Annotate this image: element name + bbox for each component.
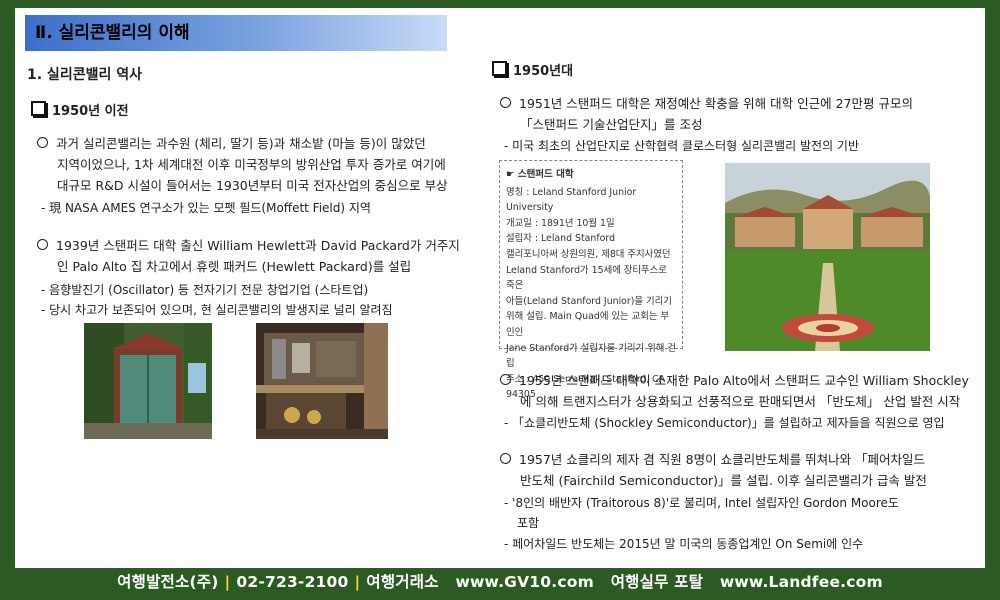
checkbox-square-icon	[492, 61, 507, 76]
dash-note-shockley: - 「쇼클리반도체 (Shockley Semiconductor)」를 설립하…	[504, 416, 945, 430]
section-header: Ⅱ. 실리콘밸리의 이해	[25, 15, 447, 51]
dash-note-moffett: - 現 NASA AMES 연구소가 있는 모펫 필드(Moffett Fiel…	[41, 201, 371, 215]
document-page: Ⅱ. 실리콘밸리의 이해 1. 실리콘밸리 역사 1950년 이전 과거 실리콘…	[15, 8, 985, 568]
info-line: 설립자 : Leland Stanford	[506, 233, 616, 245]
footer-site-link-landfee[interactable]: www.Landfee.com	[720, 573, 883, 591]
footer-bar: 여행발전소(주) | 02-723-2100 | 여행거래소 www.GV10.com …	[0, 568, 1000, 600]
footer-company: 여행발전소(주)	[117, 573, 219, 591]
hp-garage-interior-photo	[256, 323, 388, 439]
footer-portal: 여행실무 포탈	[610, 573, 704, 591]
circle-bullet-icon	[500, 97, 511, 108]
info-line: 명칭 : Leland Stanford Junior University	[506, 186, 637, 214]
subheading-1950s: 1950년대	[492, 60, 573, 79]
dash-note-industrial-park: - 미국 최초의 산업단지로 산학협력 클로스터형 실리콘밸리 발전의 기반	[504, 139, 860, 153]
info-line: 개교일 : 1891년 10월 1일	[506, 217, 615, 229]
paragraph-stanford-park: 1951년 스탠퍼드 대학은 재정예산 확충을 위해 대학 인근에 27만평 규…	[500, 93, 913, 135]
info-box-title: ☛ 스탠퍼드 대학	[506, 169, 574, 180]
info-line: 위해 설립. Main Quad에 있는 교회는 부인인	[506, 311, 670, 338]
hp-garage-photo	[84, 323, 212, 439]
info-line: 아들(Leland Stanford Junior)을 기리기	[506, 295, 672, 307]
footer-phone: 02-723-2100	[236, 573, 349, 591]
footer-site-link-gv10[interactable]: www.GV10.com	[456, 573, 594, 591]
stanford-info-box: ☛ 스탠퍼드 대학 명칭 : Leland Stanford Junior Un…	[499, 160, 683, 400]
circle-bullet-icon	[37, 137, 48, 148]
dash-note-continuation: 포함	[517, 516, 540, 530]
info-line: Leland Stanford가 15세에 장티푸스로 죽은	[506, 264, 667, 292]
circle-bullet-icon	[37, 239, 48, 250]
paragraph-shockley: 1955년 스탠퍼드 대학이 소재한 Palo Alto에서 스탠퍼드 교수인 …	[500, 370, 969, 412]
dash-note-oscillator: - 음향발진기 (Oscillator) 등 전자기기 전문 창업기업 (스타트…	[41, 283, 369, 297]
paragraph-fairchild: 1957년 쇼클리의 제자 겸 직원 8명이 쇼클리반도체를 뛰쳐나와 「페어차…	[500, 449, 927, 491]
subheading-pre-1950: 1950년 이전	[31, 100, 129, 119]
section-title: 1. 실리콘밸리 역사	[27, 67, 142, 83]
footer-separator: |	[224, 573, 231, 591]
paragraph-orchards: 과거 실리콘밸리는 과수원 (체리, 딸기 등)과 채소밭 (마늘 등)이 많았…	[37, 133, 448, 196]
paragraph-hp: 1939년 스탠퍼드 대학 출신 William Hewlett과 David …	[37, 235, 460, 277]
dash-note-garage: - 당시 차고가 보존되어 있으며, 현 실리콘밸리의 발생지로 널리 알려짐	[41, 303, 393, 317]
footer-separator: |	[354, 573, 361, 591]
circle-bullet-icon	[500, 453, 511, 464]
info-line: Jane Stanford가 설립자를 기리기 위해 건립	[506, 342, 676, 370]
stanford-campus-photo	[725, 163, 930, 351]
checkbox-square-icon	[31, 101, 46, 116]
dash-note-traitorous-8: - '8인의 배반자 (Traitorous 8)'로 불리며, Intel 설…	[504, 496, 899, 510]
dash-note-onsemi: - 페어차일드 반도체는 2015년 말 미국의 동종업계인 On Semi에 …	[504, 537, 864, 551]
info-line: 캘리포니아써 상원의원, 제8대 주지사였던	[506, 248, 671, 260]
circle-bullet-icon	[500, 374, 511, 385]
footer-agency: 여행거래소	[366, 573, 439, 591]
